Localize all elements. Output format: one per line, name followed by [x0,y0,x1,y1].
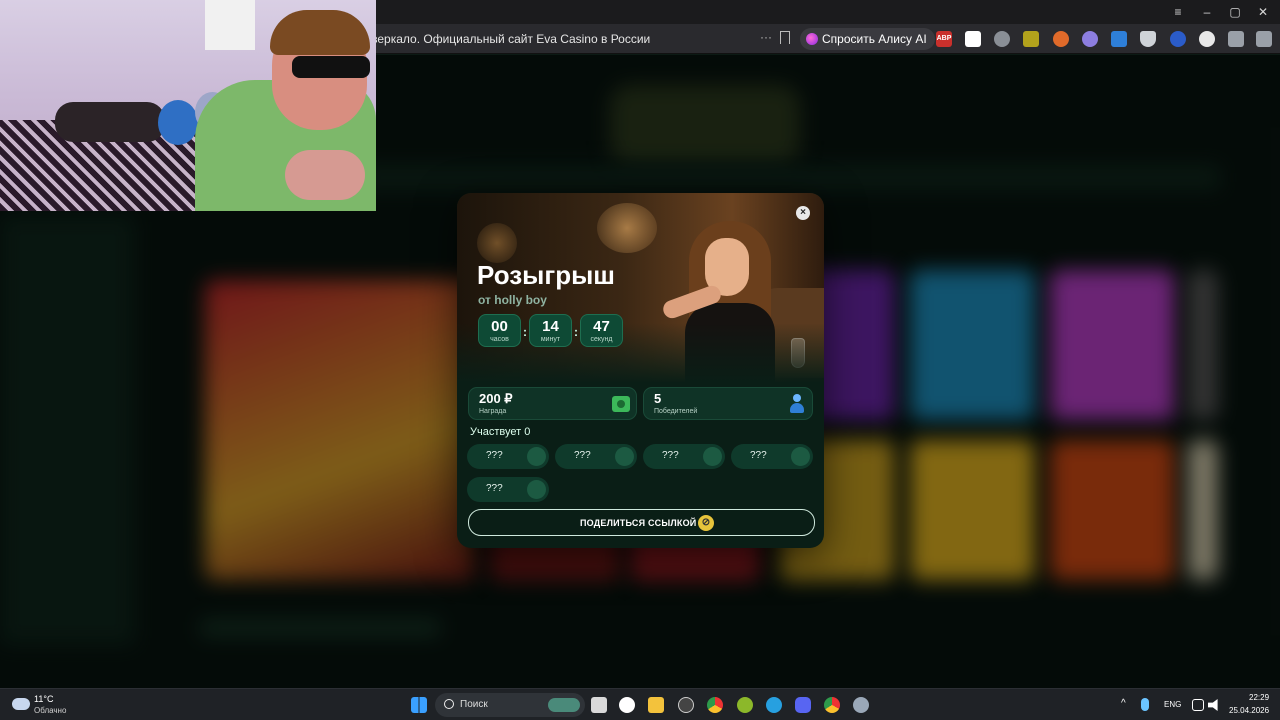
taskbar: 11°C Облачно Поиск ^ ENG 22:29 25.04.202… [0,688,1280,720]
weather-temperature[interactable]: 11°C [34,694,53,704]
search-icon [444,699,454,709]
close-window-icon[interactable]: ✕ [1255,4,1271,20]
volume-icon[interactable] [1208,699,1218,711]
more-options-icon[interactable]: ··· [760,30,772,44]
clock-time[interactable]: 22:29 [1249,693,1269,702]
participant-slot: ??? [467,444,549,469]
network-icon[interactable] [1192,699,1204,711]
winners-label: Победителей [654,408,698,415]
share-link-button[interactable]: ПОДЕЛИТЬСЯ ССЫЛКОЙ ⊘ [468,509,815,536]
discord-icon[interactable] [795,697,811,713]
modal-title: Розыгрыш [477,260,615,290]
participant-slot-label: ??? [486,483,503,494]
participant-slot: ??? [731,444,813,469]
timer-separator: : [574,325,578,339]
webcam-person-hair [270,10,370,55]
percent-extension-icon[interactable] [1023,31,1039,47]
tabs-extension-icon[interactable] [1228,31,1244,47]
participant-slot: ??? [643,444,725,469]
chrome-icon[interactable] [824,697,840,713]
language-indicator[interactable]: ENG [1164,700,1181,709]
yandex-browser-icon[interactable] [619,697,635,713]
ask-alice-button[interactable]: Спросить Алису AI [800,28,935,50]
maximize-icon[interactable]: ▢ [1227,4,1243,20]
weather-description[interactable]: Облачно [34,706,66,715]
webcam-pillow [55,102,165,142]
microphone-icon[interactable] [1141,698,1149,711]
timer-minutes-value: 14 [542,318,559,335]
webcam-person-hand [285,150,365,200]
participant-slot: ??? [467,477,549,502]
giveaway-modal: × Розыгрыш от holly boy 00 часов : 14 ми… [457,193,824,548]
task-view-icon[interactable] [591,697,607,713]
lamp-glow [597,203,657,253]
search-highlight-image [548,698,580,712]
timer-hours: 00 часов [478,314,521,347]
share-link-label: ПОДЕЛИТЬСЯ ССЫЛКОЙ [580,518,697,528]
search-placeholder: Поиск [460,699,488,710]
money-icon [612,396,630,412]
settings-icon[interactable] [853,697,869,713]
participant-slot-label: ??? [750,450,767,461]
close-modal-button[interactable]: × [796,206,810,220]
avatar-placeholder [527,447,546,466]
prize-value: 200 ₽ [479,391,513,406]
winners-value: 5 [654,391,662,406]
url-text[interactable]: зеркало. Официальный сайт Eva Casino в Р… [372,32,650,46]
person-icon [790,394,804,414]
timer-seconds-label: секунд [590,336,613,343]
lamp-glow [477,223,517,263]
modal-subtitle: от holly boy [478,293,547,307]
bookmark-icon[interactable] [780,31,790,44]
play-extension-icon[interactable] [1199,31,1215,47]
abp-extension-icon[interactable]: ABP [936,31,952,47]
webcam-wall-decor [205,0,255,50]
participant-slot-label: ??? [574,450,591,461]
menu-icon[interactable]: ≡ [1170,4,1186,20]
globe-extension-icon[interactable] [994,31,1010,47]
app-icon[interactable] [737,697,753,713]
ask-alice-label: Спросить Алису AI [822,32,927,46]
timer-hours-label: часов [490,336,509,343]
avatar-placeholder [703,447,722,466]
link-icon: ⊘ [698,515,714,531]
timer-seconds: 47 секунд [580,314,623,347]
file-explorer-icon[interactable] [648,697,664,713]
timer-minutes: 14 минут [529,314,572,347]
qr-extension-icon[interactable] [965,31,981,47]
participant-slot: ??? [555,444,637,469]
prize-card: 200 ₽ Награда [468,387,637,420]
telegram-icon[interactable] [766,697,782,713]
alice-icon [806,33,818,45]
card-extension-icon[interactable] [1111,31,1127,47]
share-browser-icon[interactable] [1256,31,1272,47]
avatar-placeholder [615,447,634,466]
minimize-icon[interactable]: – [1199,4,1215,20]
timer-separator: : [523,325,527,339]
webcam-plush-toy [158,100,198,145]
cloud-icon[interactable] [12,698,30,710]
participant-slot-label: ??? [486,450,503,461]
timer-seconds-value: 47 [593,318,610,335]
cloud-extension-icon[interactable] [1082,31,1098,47]
avatar-placeholder [527,480,546,499]
clock-date[interactable]: 25.04.2026 [1229,706,1269,715]
webcam-overlay [0,0,376,211]
vpn-extension-icon[interactable] [1170,31,1186,47]
chrome-icon[interactable] [707,697,723,713]
app-icon[interactable] [678,697,694,713]
winners-card: 5 Победителей [643,387,813,420]
timer-hours-value: 00 [491,318,508,335]
webcam-sunglasses [292,56,370,78]
windows-start-icon[interactable] [411,697,427,713]
shield-extension-icon[interactable] [1140,31,1156,47]
participant-slot-label: ??? [662,450,679,461]
prize-label: Награда [479,408,507,415]
chevron-up-icon[interactable]: ^ [1121,698,1126,709]
avatar-placeholder [791,447,810,466]
fox-extension-icon[interactable] [1053,31,1069,47]
participants-count: Участвует 0 [470,426,531,438]
taskbar-search[interactable]: Поиск [435,693,585,717]
timer-minutes-label: минут [540,336,561,343]
